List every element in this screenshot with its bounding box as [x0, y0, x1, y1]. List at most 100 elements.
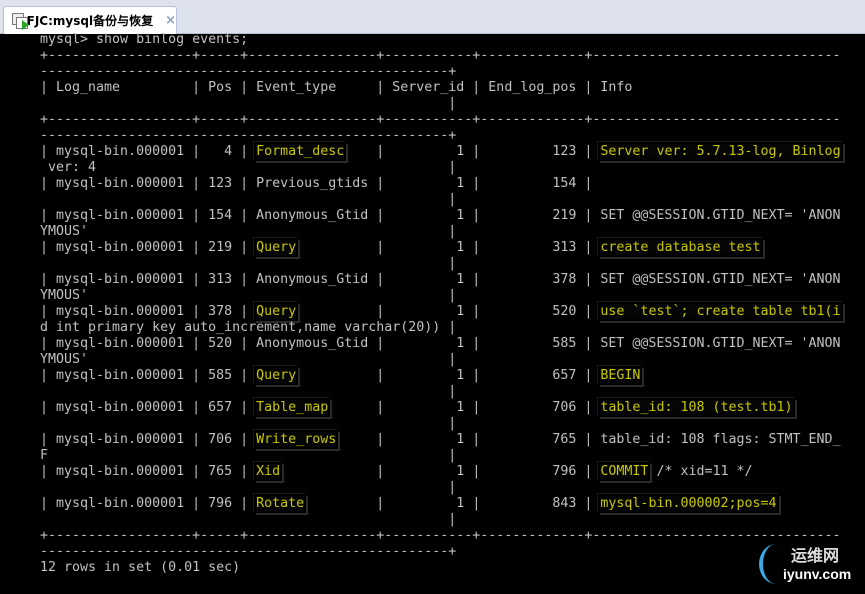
- text: | mysql-bin.000001 | 378 |: [40, 304, 257, 319]
- table-row-wrap: ver: 4 |: [40, 160, 841, 176]
- info-highlight: table_id: 108 (test.tb1): [600, 400, 793, 415]
- text: | mysql-bin.000001 | 796 |: [40, 496, 257, 511]
- text: d int primary key auto_increment,name va…: [40, 320, 457, 335]
- text: [761, 240, 841, 255]
- text: YMOUS' |: [40, 352, 457, 367]
- text: | 1 | 657 |: [296, 368, 601, 383]
- table-row: | mysql-bin.000001 | 313 | Anonymous_Gti…: [40, 272, 841, 288]
- title-bar: FJC:mysql备份与恢复 ×: [0, 0, 865, 34]
- text: |: [40, 512, 457, 527]
- event-type-highlight: Write_rows: [256, 432, 337, 447]
- table-border: +------------------+-----+--------------…: [40, 112, 841, 128]
- table-row: | mysql-bin.000001 | 219 | Query | 1 | 3…: [40, 240, 841, 256]
- text: +------------------+-----+--------------…: [40, 528, 841, 543]
- table-row: | mysql-bin.000001 | 4 | Format_desc | 1…: [40, 144, 841, 160]
- text: | mysql-bin.000001 | 154 | Anonymous_Gti…: [40, 208, 841, 223]
- event-type-highlight: Rotate: [256, 496, 305, 511]
- footer-text: 12 rows in set (0.01 sec): [40, 560, 241, 575]
- info-highlight: mysql-bin.000002;pos=4: [600, 496, 777, 511]
- table-row: | mysql-bin.000001 | 585 | Query | 1 | 6…: [40, 368, 841, 384]
- table-row-wrap: YMOUS' |: [40, 352, 841, 368]
- table-row: | mysql-bin.000001 | 378 | Query | 1 | 5…: [40, 304, 841, 320]
- text: | mysql-bin.000001 | 657 |: [40, 400, 257, 415]
- text: | mysql-bin.000001 | 520 | Anonymous_Gti…: [40, 336, 841, 351]
- info-highlight: Server ver: 5.7.13-log, Binlog: [600, 144, 841, 159]
- text: /* xid=11 */: [648, 464, 841, 479]
- text: | 1 | 796 |: [280, 464, 601, 479]
- terminal-session-icon: [12, 12, 29, 30]
- session-tab[interactable]: FJC:mysql备份与恢复 ×: [3, 6, 177, 34]
- text: | 1 | 313 |: [296, 240, 601, 255]
- event-type-highlight: Query: [256, 240, 297, 255]
- text: +------------------+-----+--------------…: [40, 48, 841, 63]
- text: YMOUS' |: [40, 224, 457, 239]
- text: [793, 400, 841, 415]
- info-highlight: COMMIT: [600, 464, 649, 479]
- table-row-wrap: d int primary key auto_increment,name va…: [40, 320, 841, 336]
- table-row: | mysql-bin.000001 | 154 | Anonymous_Gti…: [40, 208, 841, 224]
- text: | 1 | 706 |: [328, 400, 601, 415]
- table-row-wrap: |: [40, 384, 841, 400]
- command-line: mysql> show binlog events;: [40, 32, 841, 48]
- table-header: | Log_name | Pos | Event_type | Server_i…: [40, 80, 841, 96]
- table-row-wrap: |: [40, 480, 841, 496]
- text: | mysql-bin.000001 | 706 |: [40, 432, 257, 447]
- table-border-wrap: ----------------------------------------…: [40, 544, 841, 560]
- table-row-wrap: |: [40, 192, 841, 208]
- text: | 1 | 843 |: [304, 496, 601, 511]
- text: | mysql-bin.000001 | 313 | Anonymous_Gti…: [40, 272, 841, 287]
- text: [640, 368, 840, 383]
- text: |: [40, 192, 457, 207]
- text: | Log_name | Pos | Event_type | Server_i…: [40, 80, 841, 95]
- text: YMOUS' |: [40, 288, 457, 303]
- tab-title: FJC:mysql备份与恢复: [26, 14, 154, 28]
- event-type-highlight: Xid: [256, 464, 281, 479]
- table-border: +------------------+-----+--------------…: [40, 528, 841, 544]
- table-border-wrap: ----------------------------------------…: [40, 64, 841, 80]
- table-row-wrap: YMOUS' |: [40, 224, 841, 240]
- result-summary: 12 rows in set (0.01 sec): [40, 560, 841, 576]
- text: |: [40, 480, 457, 495]
- info-highlight: use `test`; create table tb1(i: [600, 304, 841, 319]
- event-type-highlight: Table_map: [256, 400, 329, 415]
- command-text: mysql> show binlog events;: [40, 32, 249, 47]
- info-highlight: create database test: [600, 240, 761, 255]
- table-row: | mysql-bin.000001 | 765 | Xid | 1 | 796…: [40, 464, 841, 480]
- text: +------------------+-----+--------------…: [40, 112, 841, 127]
- event-type-highlight: Query: [256, 368, 297, 383]
- watermark-en: iyunv.com: [783, 566, 852, 582]
- table-row: | mysql-bin.000001 | 706 | Write_rows | …: [40, 432, 841, 448]
- table-row: | mysql-bin.000001 | 657 | Table_map | 1…: [40, 400, 841, 416]
- text: | 1 | 123 |: [344, 144, 601, 159]
- table-row: | mysql-bin.000001 | 520 | Anonymous_Gti…: [40, 336, 841, 352]
- text: |: [40, 416, 457, 431]
- text: | mysql-bin.000001 | 765 |: [40, 464, 257, 479]
- text: |: [40, 96, 457, 111]
- table-border-wrap: ----------------------------------------…: [40, 128, 841, 144]
- text: ----------------------------------------…: [40, 128, 457, 143]
- text: [777, 496, 841, 511]
- close-tab-icon[interactable]: ×: [165, 13, 176, 28]
- info-highlight: BEGIN: [600, 368, 641, 383]
- table-row-wrap: |: [40, 512, 841, 528]
- table-border: +------------------+-----+--------------…: [40, 48, 841, 64]
- text: |: [40, 256, 457, 271]
- event-type-highlight: Format_desc: [256, 144, 345, 159]
- event-type-highlight: Query: [256, 304, 297, 319]
- table-row-wrap: |: [40, 256, 841, 272]
- table-row-wrap: YMOUS' |: [40, 288, 841, 304]
- table-header-wrap: |: [40, 96, 841, 112]
- text: | mysql-bin.000001 | 4 |: [40, 144, 257, 159]
- text: ver: 4 |: [40, 160, 457, 175]
- text: ----------------------------------------…: [40, 544, 457, 559]
- watermark-cn: 运维网: [791, 546, 840, 565]
- terminal-output: mysql> show binlog events; +-------------…: [40, 32, 841, 576]
- text: | 1 | 520 |: [296, 304, 601, 319]
- text: | mysql-bin.000001 | 585 |: [40, 368, 257, 383]
- text: | 1 | 765 | table_id: 108 flags: STMT_EN…: [336, 432, 841, 447]
- table-row: | mysql-bin.000001 | 123 | Previous_gtid…: [40, 176, 841, 192]
- watermark-logo: 运维网 iyunv.com: [759, 540, 859, 590]
- table-row-wrap: |: [40, 416, 841, 432]
- text: ----------------------------------------…: [40, 64, 457, 79]
- text: |: [40, 384, 457, 399]
